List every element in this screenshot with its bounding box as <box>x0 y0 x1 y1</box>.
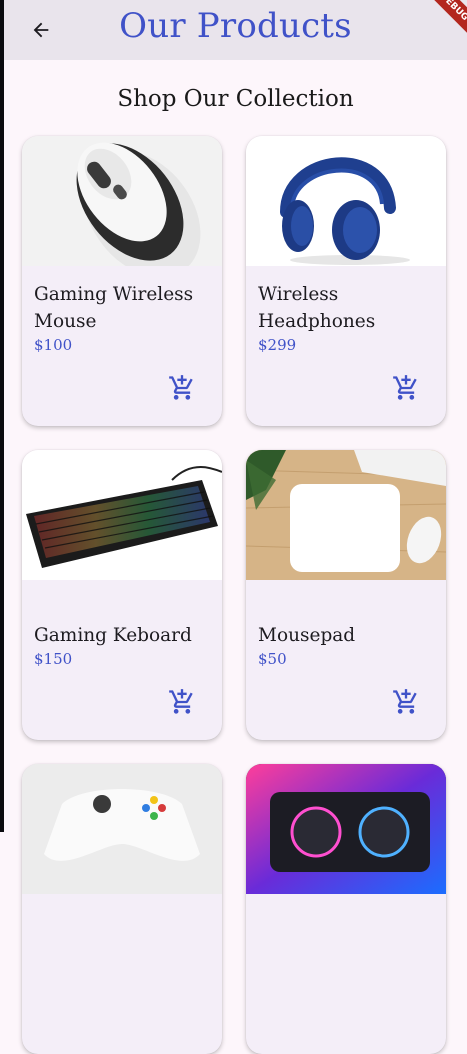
mousepad-image <box>246 450 446 580</box>
product-card[interactable]: Mousepad $50 <box>246 450 446 740</box>
product-name: Mousepad <box>258 625 356 646</box>
add-to-cart-button[interactable] <box>392 688 420 716</box>
product-price: $150 <box>34 650 73 668</box>
product-price: $100 <box>34 336 73 354</box>
headphones-image <box>246 136 446 266</box>
product-name: Gaming Keboard <box>34 625 192 646</box>
window-edge <box>0 0 4 832</box>
product-card[interactable]: Gaming Wireless Mouse $100 <box>22 136 222 426</box>
mouse-image <box>22 136 222 266</box>
product-price: $299 <box>258 336 297 354</box>
add-shopping-cart-icon <box>169 375 193 400</box>
add-shopping-cart-icon <box>393 689 417 714</box>
product-card[interactable] <box>246 764 446 1054</box>
add-to-cart-button[interactable] <box>168 688 196 716</box>
add-to-cart-button[interactable] <box>392 374 420 402</box>
product-price: $50 <box>258 650 287 668</box>
product-card[interactable] <box>22 764 222 1054</box>
section-title: Shop Our Collection <box>117 86 354 112</box>
add-to-cart-button[interactable] <box>168 374 196 402</box>
graphics-card-image <box>246 764 446 894</box>
add-shopping-cart-icon <box>169 689 193 714</box>
product-name: Gaming Wireless Mouse <box>34 284 194 332</box>
product-name: Wireless Headphones <box>258 284 376 332</box>
controller-image <box>22 764 222 894</box>
page-title: Our Products <box>119 6 352 46</box>
app-bar: Our Products DEBUG <box>4 0 467 60</box>
add-shopping-cart-icon <box>393 375 417 400</box>
keyboard-image <box>22 450 222 580</box>
product-card[interactable]: Wireless Headphones $299 <box>246 136 446 426</box>
product-card[interactable]: Gaming Keboard $150 <box>22 450 222 740</box>
